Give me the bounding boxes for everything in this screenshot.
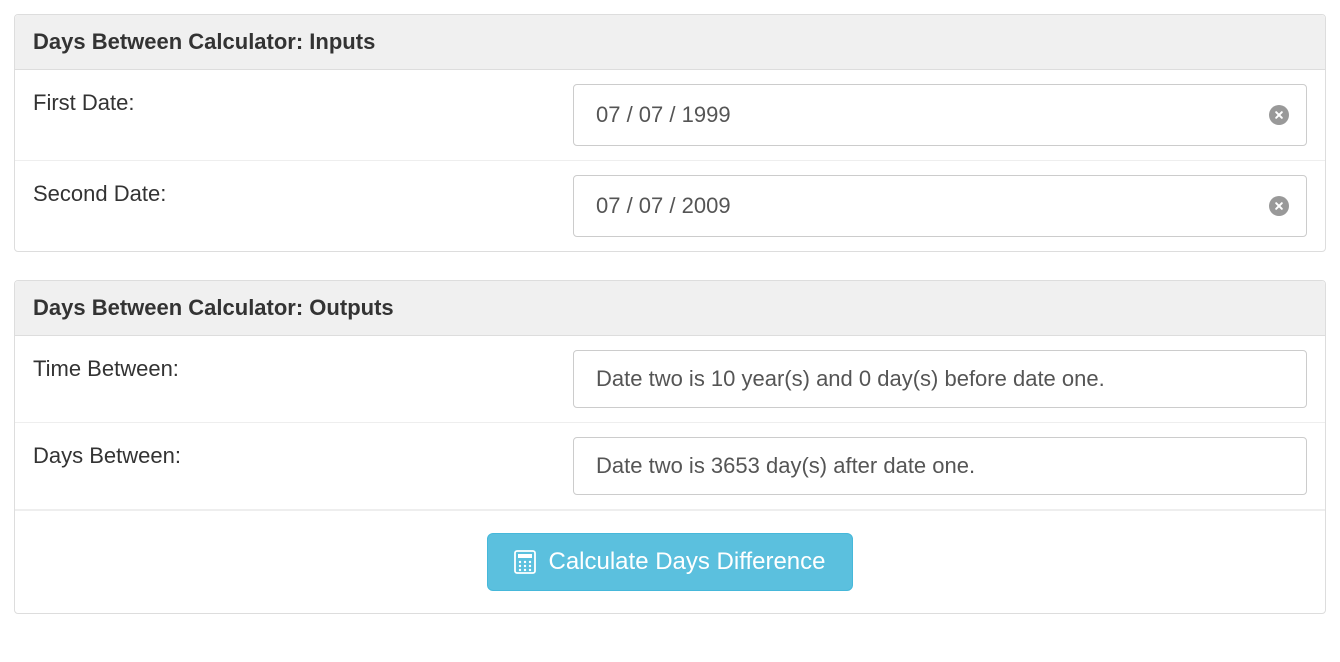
second-date-wrap [573,175,1307,237]
second-date-label: Second Date: [33,175,573,207]
time-between-wrap: Date two is 10 year(s) and 0 day(s) befo… [573,350,1307,408]
first-date-label: First Date: [33,84,573,116]
first-date-row: First Date: [15,70,1325,161]
calculate-button-label: Calculate Days Difference [548,548,825,576]
inputs-header: Days Between Calculator: Inputs [15,15,1325,70]
outputs-panel: Days Between Calculator: Outputs Time Be… [14,280,1326,614]
time-between-output: Date two is 10 year(s) and 0 day(s) befo… [573,350,1307,408]
clear-first-date-icon[interactable] [1269,105,1289,125]
outputs-header: Days Between Calculator: Outputs [15,281,1325,336]
first-date-input[interactable] [573,84,1307,146]
time-between-row: Time Between: Date two is 10 year(s) and… [15,336,1325,423]
days-between-output: Date two is 3653 day(s) after date one. [573,437,1307,495]
days-between-wrap: Date two is 3653 day(s) after date one. [573,437,1307,495]
days-between-row: Days Between: Date two is 3653 day(s) af… [15,423,1325,510]
time-between-label: Time Between: [33,350,573,382]
clear-second-date-icon[interactable] [1269,196,1289,216]
inputs-body: First Date: Second Date: [15,70,1325,251]
second-date-input[interactable] [573,175,1307,237]
calculate-button[interactable]: Calculate Days Difference [487,533,852,591]
calculator-icon [514,550,536,574]
outputs-body: Time Between: Date two is 10 year(s) and… [15,336,1325,613]
second-date-row: Second Date: [15,161,1325,251]
first-date-wrap [573,84,1307,146]
inputs-panel: Days Between Calculator: Inputs First Da… [14,14,1326,252]
button-row: Calculate Days Difference [15,510,1325,613]
days-between-label: Days Between: [33,437,573,469]
